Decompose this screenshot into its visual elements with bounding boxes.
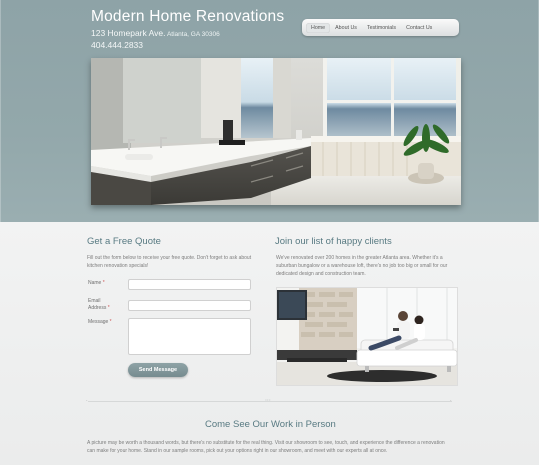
site-title[interactable]: Modern Home Renovations	[91, 8, 284, 26]
email-input[interactable]	[128, 300, 251, 311]
showroom-heading: Come See Our Work in Person	[205, 419, 336, 430]
happy-clients-image	[276, 287, 458, 386]
message-label: Message *	[88, 319, 112, 326]
showroom-text: A picture may be worth a thousand words,…	[87, 440, 445, 454]
header-edge-left	[0, 0, 1, 222]
quote-heading: Get a Free Quote	[87, 236, 161, 247]
nav-about-us[interactable]: About Us	[330, 23, 362, 33]
message-required-mark: *	[108, 319, 112, 325]
quote-intro: Fill out the form below to receive your …	[87, 255, 252, 269]
name-input[interactable]	[128, 279, 251, 290]
divider-ornament: ⋅⋅⋅	[265, 398, 271, 404]
nav-testimonials[interactable]: Testimonials	[362, 23, 401, 33]
email-label-text-2: Address	[88, 304, 107, 311]
divider-left-marker: ·	[86, 398, 88, 404]
name-label: Name *	[88, 280, 105, 287]
send-message-button[interactable]: Send Message	[128, 363, 188, 377]
message-textarea[interactable]	[128, 318, 251, 355]
nav-home[interactable]: Home	[306, 22, 331, 33]
site-address: 123 Homepark Ave. Atlanta, GA 30306	[91, 28, 220, 38]
clients-heading: Join our list of happy clients	[275, 236, 392, 247]
address-city: Atlanta, GA 30306	[165, 31, 220, 38]
nav-contact-us[interactable]: Contact Us	[401, 23, 437, 33]
main-nav: Home About Us Testimonials Contact Us	[302, 19, 459, 36]
address-street: 123 Homepark Ave.	[91, 28, 166, 38]
email-label: Email Address *	[88, 298, 110, 311]
name-required-mark: *	[101, 280, 105, 286]
bathroom-hero-image	[91, 58, 461, 205]
email-required-mark: *	[106, 304, 110, 311]
site-phone[interactable]: 404.444.2833	[91, 40, 143, 50]
clients-intro: We've renovated over 200 homes in the gr…	[276, 255, 448, 277]
header-band: Modern Home Renovations 123 Homepark Ave…	[0, 0, 539, 222]
page: Modern Home Renovations 123 Homepark Ave…	[0, 0, 539, 465]
message-label-text: Message	[88, 319, 109, 325]
email-label-text: Email	[88, 298, 101, 304]
divider-right-marker: ·	[450, 398, 452, 404]
name-label-text: Name	[88, 280, 102, 286]
